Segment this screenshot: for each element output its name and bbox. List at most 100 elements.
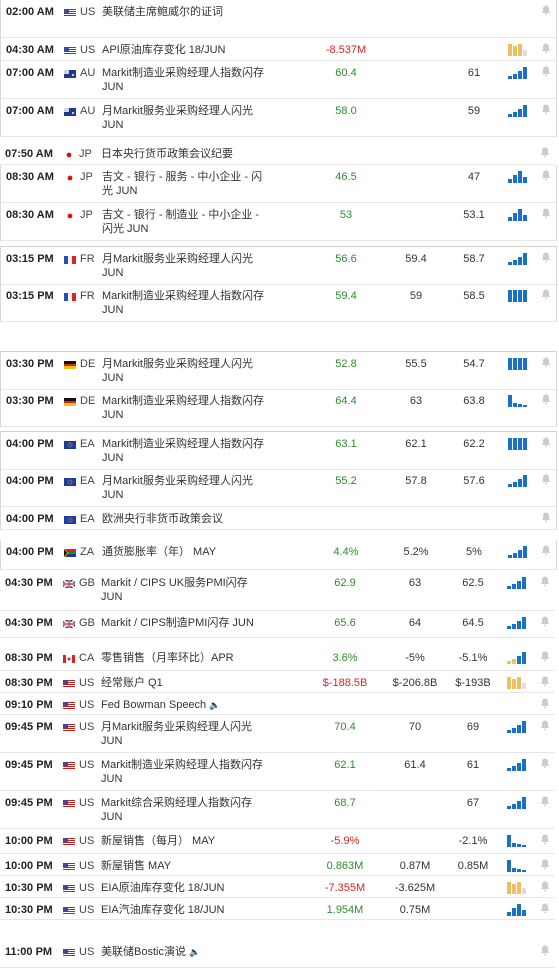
chart-bar [508,76,512,79]
event-name[interactable]: Markit综合采购经理人指数闪存 JUN [101,796,271,824]
country-code: EA [80,513,95,525]
bell-icon[interactable] [541,252,551,263]
calendar-row[interactable]: 10:00 PM US 新屋销售（每月） MAY -5.9% -2.1% [0,829,555,854]
calendar-row[interactable]: 07:00 AM AU 月Markit服务业采购经理人闪光 JUN 58.0 59 [0,99,557,137]
bell-icon[interactable] [541,545,551,556]
bell-icon[interactable] [540,796,550,807]
calendar-row[interactable]: 10:00 PM US 新屋销售 MAY 0.863M 0.87M 0.85M [0,854,555,876]
calendar-row[interactable]: 07:00 AM AU Markit制造业采购经理人指数闪存 JUN 60.4 61 [0,61,557,99]
calendar-row[interactable]: 09:45 PM US 月Markit服务业采购经理人闪光 JUN 70.4 70 69 [0,715,555,753]
event-name[interactable]: 吉文 - 银行 - 服务 - 中小企业 - 闪光 JUN [102,170,272,198]
calendar-row[interactable]: 04:00 PM EA Markit制造业采购经理人指数闪存 JUN 63.1 62.1… [0,431,557,470]
calendar-row[interactable]: 02:00 AM US 美联储主席鲍威尔的证词 [0,0,557,38]
bell-icon[interactable] [540,676,550,687]
event-name[interactable]: API原油库存变化 18/JUN [102,43,272,57]
chart-bar [522,759,526,771]
bell-icon[interactable] [540,758,550,769]
mini-chart-icon [507,617,529,629]
event-name[interactable]: 新屋销售 MAY [101,859,271,873]
calendar-row[interactable]: 08:30 PM US 经常账户 Q1 $-188.5B $-206.8B $-193B [0,671,555,693]
bell-icon[interactable] [541,357,551,368]
event-name[interactable]: 通货膨胀率（年） MAY [102,545,272,559]
event-name[interactable]: 美联储主席鲍威尔的证词 [102,5,272,19]
calendar-row[interactable]: 04:30 PM GB Markit / CIPS制造PMI闪存 JUN 65.6 64… [0,611,555,638]
event-name[interactable]: 月Markit服务业采购经理人闪光 JUN [102,357,272,385]
event-name[interactable]: 吉文 - 银行 - 制造业 - 中小企业 - 闪光 JUN [102,208,272,236]
event-name[interactable]: 月Markit服务业采购经理人闪光 JUN [101,720,271,748]
bell-icon[interactable] [540,903,550,914]
country-code: EA [80,475,95,487]
calendar-row[interactable]: 04:00 PM ZA 通货膨胀率（年） MAY 4.4% 5.2% 5% [0,540,557,570]
calendar-row[interactable]: 08:30 PM CA 零售销售（月率环比）APR 3.6% -5% -5.1% [0,646,555,671]
event-name[interactable]: Markit制造业采购经理人指数闪存 JUN [101,758,271,786]
bell-icon[interactable] [541,512,551,523]
speaker-icon: 🔈 [209,700,221,710]
calendar-row[interactable]: 09:45 PM US Markit综合采购经理人指数闪存 JUN 68.7 67 [0,791,555,829]
calendar-row[interactable]: 03:30 PM DE 月Markit服务业采购经理人闪光 JUN 52.8 55.5 5… [0,351,557,390]
country-code: DE [80,395,96,407]
calendar-row[interactable]: 04:30 PM GB Markit / CIPS UK服务PMI闪存 JUN 62.… [0,571,555,611]
chart-bar [518,257,522,265]
calendar-row[interactable]: 07:50 AM JP 日本央行货币政策会议纪要 [0,142,555,165]
calendar-row[interactable]: 03:30 PM DE Markit制造业采购经理人指数闪存 JUN 64.4 63 63… [0,389,557,427]
bell-icon[interactable] [540,651,550,662]
event-name[interactable]: Markit / CIPS UK服务PMI闪存 JUN [101,576,271,604]
us-flag-icon [63,798,75,808]
event-name[interactable]: 零售销售（月率环比）APR [101,651,271,665]
event-name[interactable]: 美联储Bostic演说 🔈 [101,945,271,959]
calendar-row[interactable]: 08:30 AM JP 吉文 - 银行 - 制造业 - 中小企业 - 闪光 JUN 5… [0,203,557,241]
event-name[interactable]: 月Markit服务业采购经理人闪光 JUN [102,104,272,132]
bell-icon[interactable] [540,147,550,158]
event-name[interactable]: Markit制造业采购经理人指数闪存 JUN [102,437,272,465]
bell-icon[interactable] [540,881,550,892]
chart-bar [522,683,526,689]
calendar-row[interactable]: 03:15 PM FR 月Markit服务业采购经理人闪光 JUN 56.6 59.4 5… [0,246,557,285]
event-name[interactable]: 日本央行货币政策会议纪要 [101,147,271,161]
bell-icon[interactable] [541,208,551,219]
bell-icon[interactable] [541,43,551,54]
calendar-row[interactable]: 09:10 PM US Fed Bowman Speech 🔈 [0,693,555,715]
mini-chart-icon [507,577,529,589]
chart-bar [507,912,511,916]
calendar-row[interactable]: 03:15 PM FR Markit制造业采购经理人指数闪存 JUN 59.4 59 58… [0,284,557,322]
bell-icon[interactable] [540,698,550,709]
bell-icon[interactable] [541,437,551,448]
chart-bar [523,358,527,370]
event-name[interactable]: Fed Bowman Speech 🔈 [101,698,271,712]
event-name[interactable]: 月Markit服务业采购经理人闪光 JUN [102,252,272,280]
bell-icon[interactable] [541,104,551,115]
bell-icon[interactable] [541,170,551,181]
calendar-row[interactable]: 04:00 PM EA 月Markit服务业采购经理人闪光 JUN 55.2 57.8 5… [0,469,557,507]
bell-icon[interactable] [541,5,551,16]
event-name[interactable]: EIA汽油库存变化 18/JUN [101,903,271,917]
bell-icon[interactable] [541,394,551,405]
event-name[interactable]: 欧洲央行非货币政策会议 [102,512,272,526]
event-name[interactable]: Markit制造业采购经理人指数闪存 JUN [102,394,272,422]
calendar-row[interactable]: 04:30 AM US API原油库存变化 18/JUN -8.537M [0,38,557,61]
event-name[interactable]: 月Markit服务业采购经理人闪光 JUN [102,474,272,502]
bell-icon[interactable] [540,859,550,870]
calendar-row[interactable]: 10:30 PM US EIA原油库存变化 18/JUN -7.355M -3.625M [0,876,555,898]
jp-flag-icon [63,149,75,159]
calendar-row[interactable]: 09:45 PM US Markit制造业采购经理人指数闪存 JUN 62.1 61.4… [0,753,555,791]
calendar-row[interactable]: 08:30 AM JP 吉文 - 银行 - 服务 - 中小企业 - 闪光 JUN 46… [0,165,557,203]
event-name[interactable]: Markit / CIPS制造PMI闪存 JUN [101,616,271,630]
event-time: 04:30 PM [5,577,53,589]
bell-icon[interactable] [540,576,550,587]
calendar-row[interactable]: 10:30 PM US EIA汽油库存变化 18/JUN 1.954M 0.75M [0,898,555,920]
bell-icon[interactable] [541,474,551,485]
bell-icon[interactable] [540,945,550,956]
event-name[interactable]: Markit制造业采购经理人指数闪存 JUN [102,289,272,317]
event-name[interactable]: 经常账户 Q1 [101,676,271,690]
bell-icon[interactable] [540,834,550,845]
event-name[interactable]: EIA原油库存变化 18/JUN [101,881,271,895]
bell-icon[interactable] [541,289,551,300]
calendar-row[interactable]: 11:00 PM US 美联储Bostic演说 🔈 [0,940,555,968]
bell-icon[interactable] [540,720,550,731]
bell-icon[interactable] [541,66,551,77]
event-name[interactable]: Markit制造业采购经理人指数闪存 JUN [102,66,272,94]
calendar-row[interactable]: 04:00 PM EA 欧洲央行非货币政策会议 [0,507,557,530]
bell-icon[interactable] [540,616,550,627]
consensus-value: 59 [409,290,423,302]
event-name[interactable]: 新屋销售（每月） MAY [101,834,271,848]
